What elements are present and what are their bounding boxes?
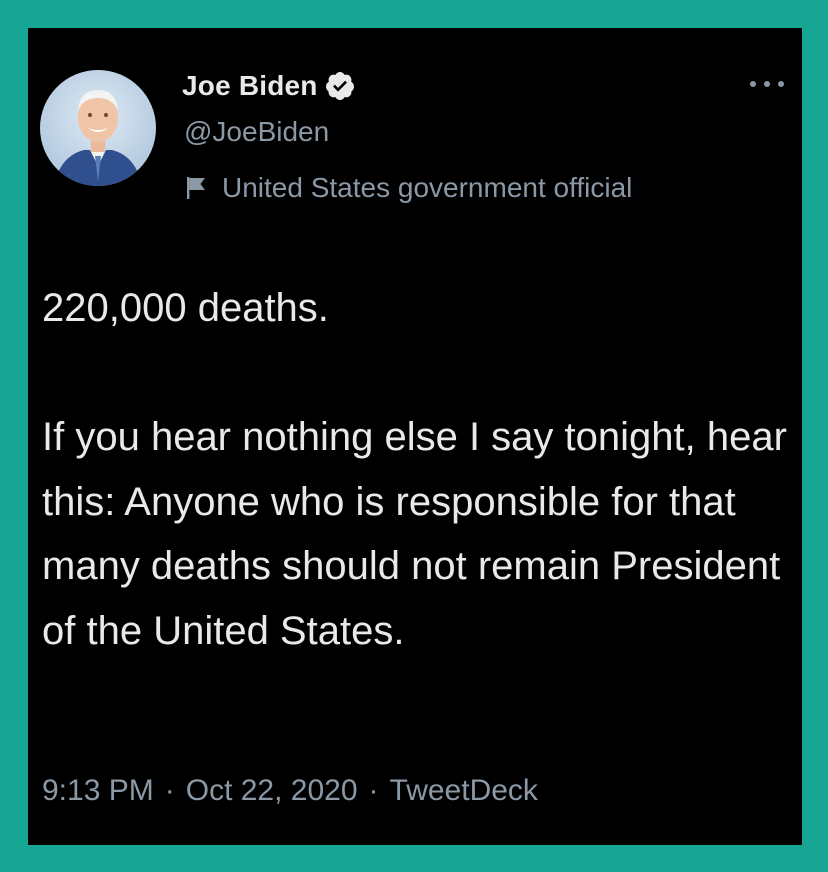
- tweet-date[interactable]: Oct 22, 2020: [186, 774, 358, 808]
- tweet-card: Joe Biden @JoeBiden United States govern…: [28, 28, 802, 845]
- more-options-icon[interactable]: [746, 74, 788, 94]
- verified-badge-icon: [325, 72, 354, 100]
- metadata-separator: ·: [164, 774, 175, 807]
- tweet-metadata: 9:13 PM · Oct 22, 2020 · TweetDeck: [42, 774, 538, 808]
- avatar[interactable]: [40, 70, 156, 186]
- avatar-image: [40, 70, 156, 186]
- government-label[interactable]: United States government official: [184, 172, 632, 204]
- metadata-separator: ·: [368, 774, 379, 807]
- tweet-text: 220,000 deaths. If you hear nothing else…: [42, 286, 787, 653]
- flag-icon: [187, 177, 205, 199]
- tweet-source[interactable]: TweetDeck: [390, 774, 538, 808]
- author-handle[interactable]: @JoeBiden: [184, 116, 329, 148]
- tweet-time[interactable]: 9:13 PM: [42, 774, 154, 808]
- author-display-name[interactable]: Joe Biden: [182, 70, 318, 102]
- author-name-row[interactable]: Joe Biden: [182, 68, 356, 104]
- government-label-text: United States government official: [222, 172, 633, 203]
